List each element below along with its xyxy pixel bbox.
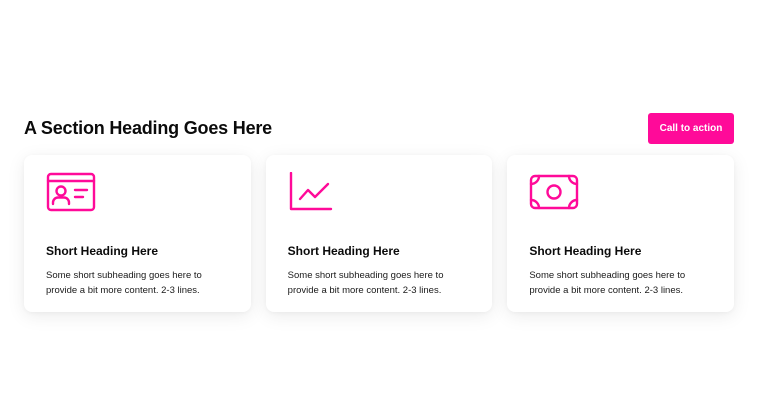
feature-card: Short Heading Here Some short subheading… (507, 155, 735, 312)
id-card-icon (46, 172, 98, 212)
line-chart-icon (288, 172, 340, 212)
card-heading: Short Heading Here (46, 244, 159, 258)
section-title: A Section Heading Goes Here (24, 117, 272, 138)
card-text: Some short subheading goes here to provi… (46, 270, 202, 296)
feature-cards: Short Heading Here Some short subheading… (24, 155, 735, 312)
card-text: Some short subheading goes here to provi… (529, 270, 686, 296)
section-header: A Section Heading Goes Here Call to acti… (24, 112, 734, 144)
money-bill-icon (529, 172, 581, 212)
feature-card: Short Heading Here Some short subheading… (265, 155, 493, 312)
feature-card: Short Heading Here Some short subheading… (24, 155, 251, 312)
card-heading: Short Heading Here (287, 244, 400, 258)
card-text: Some short subheading goes here to provi… (287, 270, 444, 296)
card-heading: Short Heading Here (529, 244, 642, 258)
page: A Section Heading Goes Here Call to acti… (0, 0, 760, 420)
call-to-action-button[interactable]: Call to action (648, 112, 734, 144)
